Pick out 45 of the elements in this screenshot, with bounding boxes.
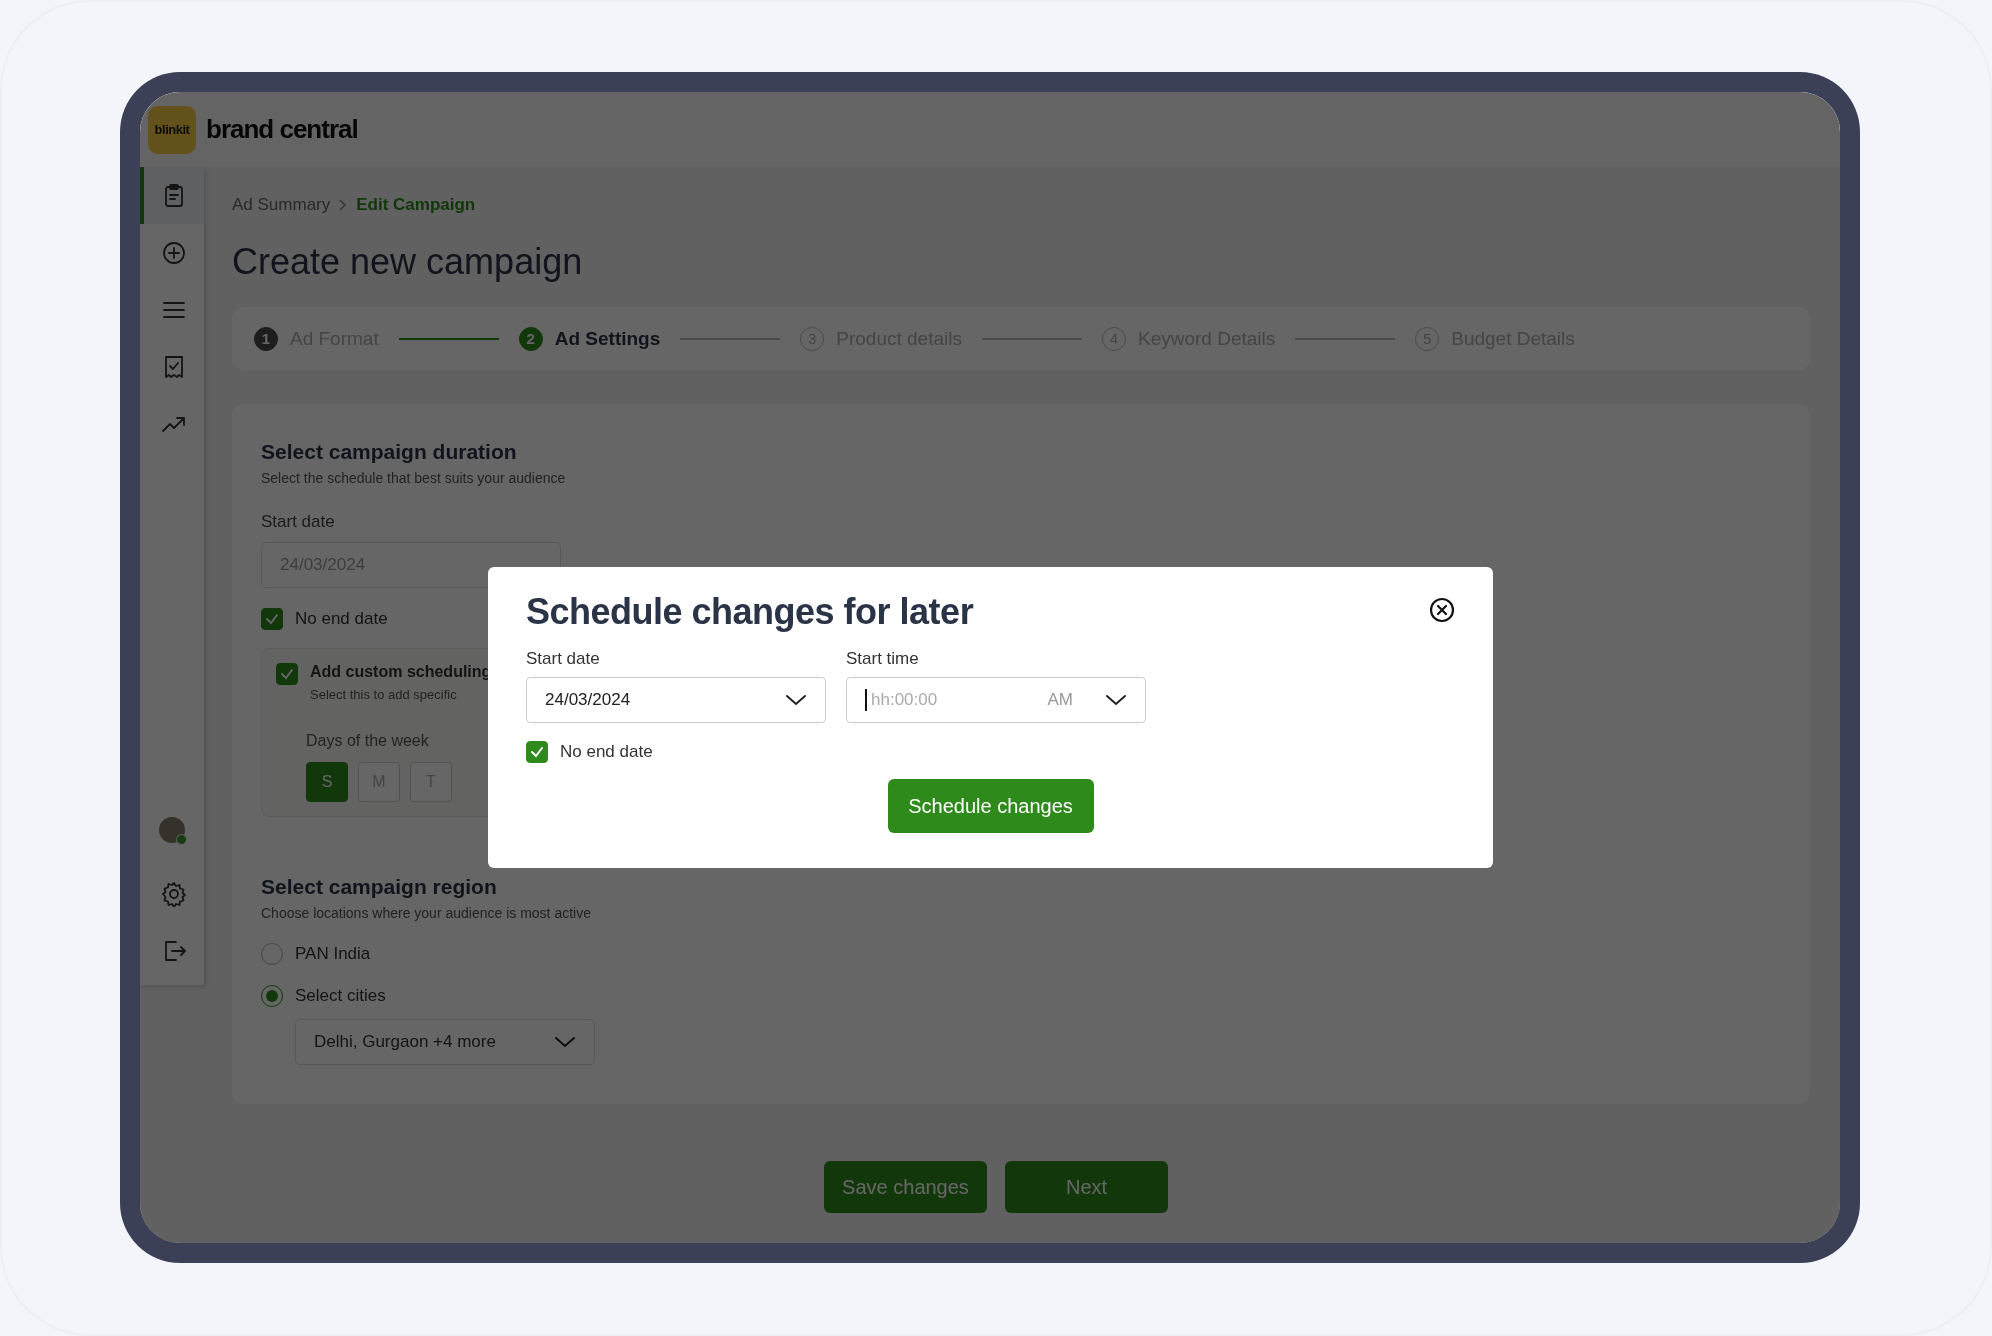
breadcrumb-link[interactable]: Edit Campaign <box>356 195 476 215</box>
section-subtitle: Select the schedule that best suits your audience <box>261 470 567 486</box>
time-field[interactable]: hh:00:00 AM <box>846 677 1146 723</box>
radio-label: Select cities <box>295 986 386 1006</box>
checkmark-icon <box>280 668 294 680</box>
schedule-button[interactable]: Schedule changes <box>887 779 1094 833</box>
radio-label: PAN India <box>295 944 371 964</box>
page-title: Create new campaign <box>232 241 584 283</box>
period-label: AM <box>1047 690 1073 710</box>
day-toggle[interactable]: S <box>306 762 348 802</box>
step-label[interactable]: Ad Settings <box>554 327 661 350</box>
chevron-down-icon <box>1105 693 1127 707</box>
checkbox-label: No end date <box>295 609 388 629</box>
checkbox[interactable] <box>526 741 548 763</box>
field-label: Start date <box>261 512 336 532</box>
checkbox-label: No end date <box>560 742 653 762</box>
step-number: 2 <box>518 326 543 351</box>
chevron-down-icon <box>554 1035 576 1049</box>
date-dropdown[interactable]: 24/03/2024 <box>526 677 826 723</box>
modal-title: Schedule changes for later <box>526 591 974 633</box>
app-logo: blinkit <box>148 105 196 154</box>
section-title: Select campaign region <box>261 875 498 899</box>
save-button[interactable]: Save changes <box>824 1161 987 1213</box>
app-title: brand central <box>206 114 358 145</box>
section-subtitle: Choose locations where your audience is most active <box>261 905 592 921</box>
settings-icon[interactable] <box>161 880 187 907</box>
section-title: Select campaign duration <box>261 440 518 464</box>
checkbox[interactable] <box>261 608 283 630</box>
checkbox-description: Select this to add specific <box>310 687 458 702</box>
sidebar-item[interactable] <box>140 167 204 224</box>
cities-dropdown[interactable]: Delhi, Gurgaon +4 more <box>295 1019 595 1065</box>
field-label: Days of the week <box>306 732 430 750</box>
field-label: Start date <box>526 649 601 669</box>
breadcrumb-link[interactable]: Ad Summary <box>232 195 331 215</box>
chevron-right-icon <box>338 198 349 212</box>
chevron-down-icon <box>785 693 807 707</box>
checkbox[interactable] <box>276 663 298 685</box>
user-avatar[interactable] <box>159 817 185 843</box>
checkmark-icon <box>265 613 279 625</box>
step-number: 1 <box>254 326 278 351</box>
close-icon[interactable] <box>1429 597 1455 623</box>
field-label: Start time <box>846 649 920 669</box>
checkbox-label: Add custom scheduling <box>310 663 492 681</box>
next-button[interactable]: Next <box>1005 1161 1168 1213</box>
checkmark-icon <box>530 746 544 758</box>
